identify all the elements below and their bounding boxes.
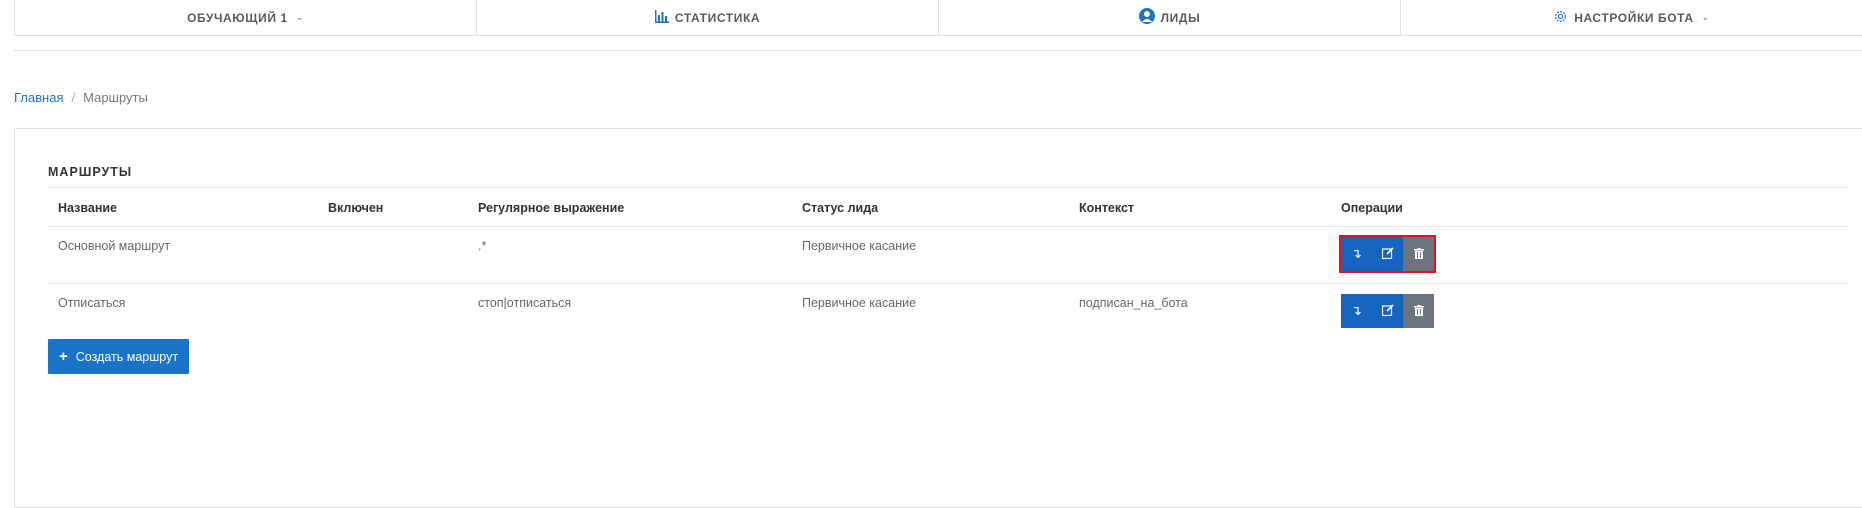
- nav-label-settings: НАСТРОЙКИ БОТА: [1574, 10, 1694, 25]
- edit-icon: [1381, 246, 1394, 262]
- breadcrumb-separator: /: [71, 90, 76, 105]
- cell-lead-status: Первичное касание: [802, 296, 917, 310]
- trash-icon: [1413, 304, 1424, 319]
- bar-chart-icon: [654, 9, 669, 26]
- routes-table: Название Включен Регулярное выражение Ст…: [48, 187, 1848, 340]
- header-operations: Операции: [1341, 201, 1403, 215]
- plus-icon: +: [59, 348, 68, 365]
- header-name: Название: [58, 201, 118, 215]
- header-enabled: Включен: [328, 201, 384, 215]
- create-route-button[interactable]: + Создать маршрут: [48, 339, 190, 374]
- cell-regex: .*: [478, 239, 487, 253]
- user-circle-icon: [1138, 8, 1155, 27]
- gear-icon: [1553, 9, 1568, 27]
- divider: [14, 50, 1862, 51]
- nav-label-bot: ОБУЧАЮЩИЙ 1: [187, 10, 288, 25]
- cell-name: Основной маршрут: [58, 239, 171, 253]
- create-route-label: Создать маршрут: [75, 349, 179, 364]
- header-lead-status: Статус лида: [802, 201, 879, 215]
- cell-lead-status: Первичное касание: [802, 239, 917, 253]
- header-context: Контекст: [1079, 201, 1135, 215]
- edit-button[interactable]: [1372, 237, 1403, 271]
- breadcrumb-current: Маршруты: [83, 90, 148, 105]
- nav-label-statistics: СТАТИСТИКА: [674, 10, 761, 25]
- trash-icon: [1413, 247, 1424, 262]
- card-title: МАРШРУТЫ: [48, 165, 133, 179]
- edit-icon: [1381, 303, 1394, 319]
- arrow-down-icon: ↴: [1351, 246, 1362, 261]
- nav-item-bot-select[interactable]: ОБУЧАЮЩИЙ 1 ⌄: [15, 0, 477, 35]
- table-header-row: Название Включен Регулярное выражение Ст…: [48, 187, 1848, 226]
- cell-regex: стоп|отписаться: [478, 296, 572, 310]
- cell-context: подписан_на_бота: [1079, 296, 1188, 310]
- move-button[interactable]: ↴: [1341, 294, 1372, 328]
- cell-name: Отписаться: [58, 296, 126, 310]
- chevron-down-icon: ⌄: [1701, 12, 1710, 22]
- nav-item-bot-settings[interactable]: НАСТРОЙКИ БОТА ⌄: [1401, 0, 1862, 35]
- nav-item-statistics[interactable]: СТАТИСТИКА: [477, 0, 939, 35]
- table-row: Отписаться стоп|отписаться Первичное кас…: [48, 283, 1848, 340]
- table-row: Основной маршрут .* Первичное касание ↴: [48, 226, 1848, 283]
- operations-group: ↴: [1339, 235, 1436, 273]
- delete-button[interactable]: [1403, 294, 1434, 328]
- routes-card: МАРШРУТЫ Название Включен Регулярное выр…: [14, 128, 1862, 508]
- delete-button[interactable]: [1403, 237, 1434, 271]
- breadcrumb-home-link[interactable]: Главная: [14, 90, 63, 105]
- nav-item-leads[interactable]: ЛИДЫ: [939, 0, 1401, 35]
- operations-group: ↴: [1341, 294, 1434, 328]
- breadcrumb: Главная / Маршруты: [14, 90, 148, 105]
- edit-button[interactable]: [1372, 294, 1403, 328]
- chevron-down-icon: ⌄: [295, 12, 304, 22]
- top-nav: ОБУЧАЮЩИЙ 1 ⌄ СТАТИСТИКА ЛИДЫ НАСТРОЙКИ …: [14, 0, 1862, 36]
- move-button[interactable]: ↴: [1341, 237, 1372, 271]
- arrow-down-icon: ↴: [1351, 303, 1362, 318]
- nav-label-leads: ЛИДЫ: [1160, 10, 1201, 25]
- header-regex: Регулярное выражение: [478, 201, 625, 215]
